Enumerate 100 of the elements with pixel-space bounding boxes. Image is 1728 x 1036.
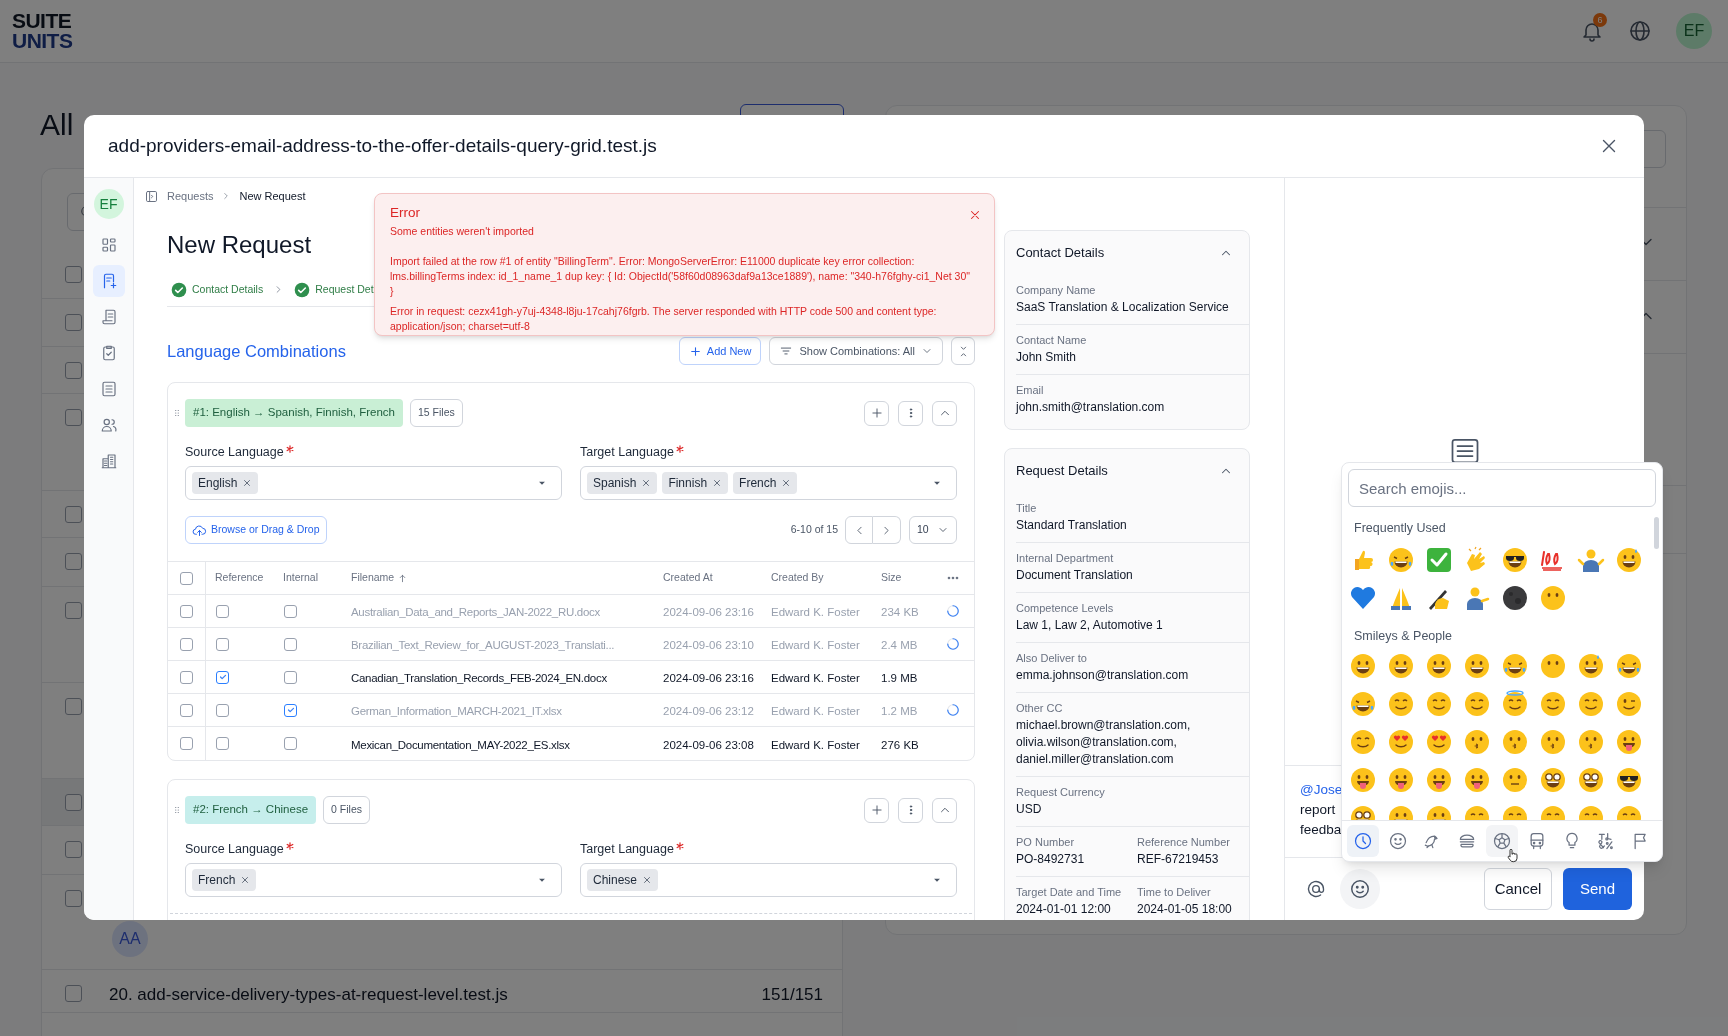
checkbox[interactable]	[65, 890, 82, 907]
add-button[interactable]	[864, 400, 889, 426]
checkbox[interactable]	[180, 670, 193, 684]
checkbox[interactable]	[284, 604, 297, 618]
language-chip[interactable]: Spanish	[587, 472, 658, 494]
mention-link[interactable]: @Jose	[1300, 780, 1343, 800]
smiley-icon[interactable]	[1463, 766, 1491, 794]
checkbox[interactable]	[180, 604, 193, 618]
add-button[interactable]	[864, 797, 889, 823]
column-header[interactable]: Created At	[663, 570, 713, 586]
filter-dropdown[interactable]: Show Combinations: All	[769, 337, 943, 365]
combination-tag[interactable]: #2: French → Chinese	[185, 796, 317, 824]
checkbox[interactable]	[65, 266, 82, 283]
category-tab[interactable]	[1486, 825, 1518, 857]
sidebar-item[interactable]	[92, 265, 125, 297]
checkbox[interactable]	[216, 604, 229, 618]
step-label[interactable]: Request Det	[315, 281, 374, 298]
scrollbar-thumb[interactable]	[1654, 517, 1659, 549]
smiley-icon[interactable]	[1501, 546, 1529, 574]
check-mark-icon[interactable]	[1425, 546, 1453, 574]
checkbox[interactable]	[216, 637, 229, 651]
checkbox[interactable]	[65, 698, 82, 715]
smiley-icon[interactable]	[1463, 652, 1491, 680]
checkbox[interactable]	[65, 841, 82, 858]
smiley-icon[interactable]	[1425, 690, 1453, 718]
smiley-icon[interactable]	[1387, 546, 1415, 574]
column-header[interactable]: Filename	[351, 570, 395, 586]
checkbox[interactable]	[284, 637, 297, 651]
cancel-button[interactable]: Cancel	[1484, 868, 1552, 910]
checkbox[interactable]	[284, 703, 297, 717]
smiley-icon[interactable]	[1425, 652, 1453, 680]
checkbox[interactable]	[65, 409, 82, 426]
smiley-icon[interactable]	[1577, 690, 1605, 718]
checkbox[interactable]	[284, 670, 297, 684]
select-field[interactable]: French	[185, 863, 562, 897]
checkbox[interactable]	[216, 737, 229, 750]
checkbox[interactable]	[180, 637, 193, 651]
checkbox[interactable]	[65, 985, 82, 1002]
language-chip[interactable]: English	[192, 472, 259, 494]
remove-icon[interactable]	[641, 478, 652, 488]
language-chip[interactable]: French	[192, 869, 257, 891]
smiley-icon[interactable]	[1615, 766, 1643, 794]
smiley-icon[interactable]	[1349, 728, 1377, 756]
emoji-button[interactable]	[1340, 869, 1380, 909]
combination-tag[interactable]: #1: English → Spanish, Finnish, French	[185, 399, 403, 427]
checkbox[interactable]	[216, 703, 229, 717]
smiley-icon[interactable]	[1501, 652, 1529, 680]
smiley-icon[interactable]	[1501, 690, 1529, 718]
send-button[interactable]: Send	[1563, 868, 1632, 910]
column-header[interactable]: Size	[881, 570, 902, 586]
smiley-icon[interactable]	[1577, 652, 1605, 680]
smiley-icon[interactable]	[1615, 728, 1643, 756]
remove-icon[interactable]	[781, 478, 792, 488]
smiley-icon[interactable]	[1615, 652, 1643, 680]
smiley-icon[interactable]	[1387, 690, 1415, 718]
files-count[interactable]: 15 Files	[410, 399, 463, 427]
smiley-icon[interactable]	[1349, 652, 1377, 680]
breadcrumb-link[interactable]: Requests	[167, 187, 214, 205]
page-size-select[interactable]: 10	[909, 516, 957, 544]
checkbox[interactable]	[65, 314, 82, 331]
upload-button[interactable]: Browse or Drag & Drop	[185, 516, 327, 544]
remove-icon[interactable]	[642, 875, 653, 885]
column-header[interactable]: Internal	[283, 570, 319, 586]
checkbox[interactable]	[65, 553, 82, 570]
column-header[interactable]: Created By	[771, 570, 824, 586]
checkbox[interactable]	[65, 506, 82, 523]
moon-icon[interactable]	[1501, 584, 1529, 612]
files-count[interactable]: 0 Files	[323, 796, 370, 824]
sidebar-toggle-icon[interactable]	[144, 188, 159, 204]
smiley-icon[interactable]	[1387, 652, 1415, 680]
language-chip[interactable]: French	[733, 472, 798, 494]
close-icon[interactable]	[968, 208, 982, 222]
globe-icon[interactable]	[1628, 19, 1652, 43]
checkbox[interactable]	[284, 737, 297, 750]
checkbox[interactable]	[180, 737, 193, 750]
smiley-icon[interactable]	[1387, 766, 1415, 794]
select-field[interactable]: Spanish Finnish French	[580, 466, 957, 500]
remove-icon[interactable]	[712, 478, 723, 488]
remove-icon[interactable]	[240, 875, 251, 885]
smiley-icon[interactable]	[1539, 766, 1567, 794]
language-chip[interactable]: Finnish	[662, 472, 729, 494]
smiley-icon[interactable]	[1349, 690, 1377, 718]
checkbox[interactable]	[180, 571, 193, 585]
select-field[interactable]: English	[185, 466, 562, 500]
checkbox[interactable]	[65, 794, 82, 811]
checkbox[interactable]	[180, 703, 193, 717]
at-sign-icon[interactable]	[1306, 879, 1326, 899]
smiley-icon[interactable]	[1349, 766, 1377, 794]
checkbox[interactable]	[65, 362, 82, 379]
checkbox[interactable]	[65, 602, 82, 619]
add-new-button[interactable]: Add New	[678, 337, 762, 365]
user-avatar[interactable]: EF	[93, 189, 124, 219]
remove-icon[interactable]	[242, 478, 253, 488]
breadcrumb-link[interactable]: New Request	[239, 187, 306, 205]
smiley-icon[interactable]	[1539, 690, 1567, 718]
smiley-icon[interactable]	[1615, 546, 1643, 574]
smiley-icon[interactable]	[1425, 766, 1453, 794]
smiley-icon[interactable]	[1463, 690, 1491, 718]
select-field[interactable]: Chinese	[580, 863, 957, 897]
column-header[interactable]: Reference	[215, 570, 264, 586]
